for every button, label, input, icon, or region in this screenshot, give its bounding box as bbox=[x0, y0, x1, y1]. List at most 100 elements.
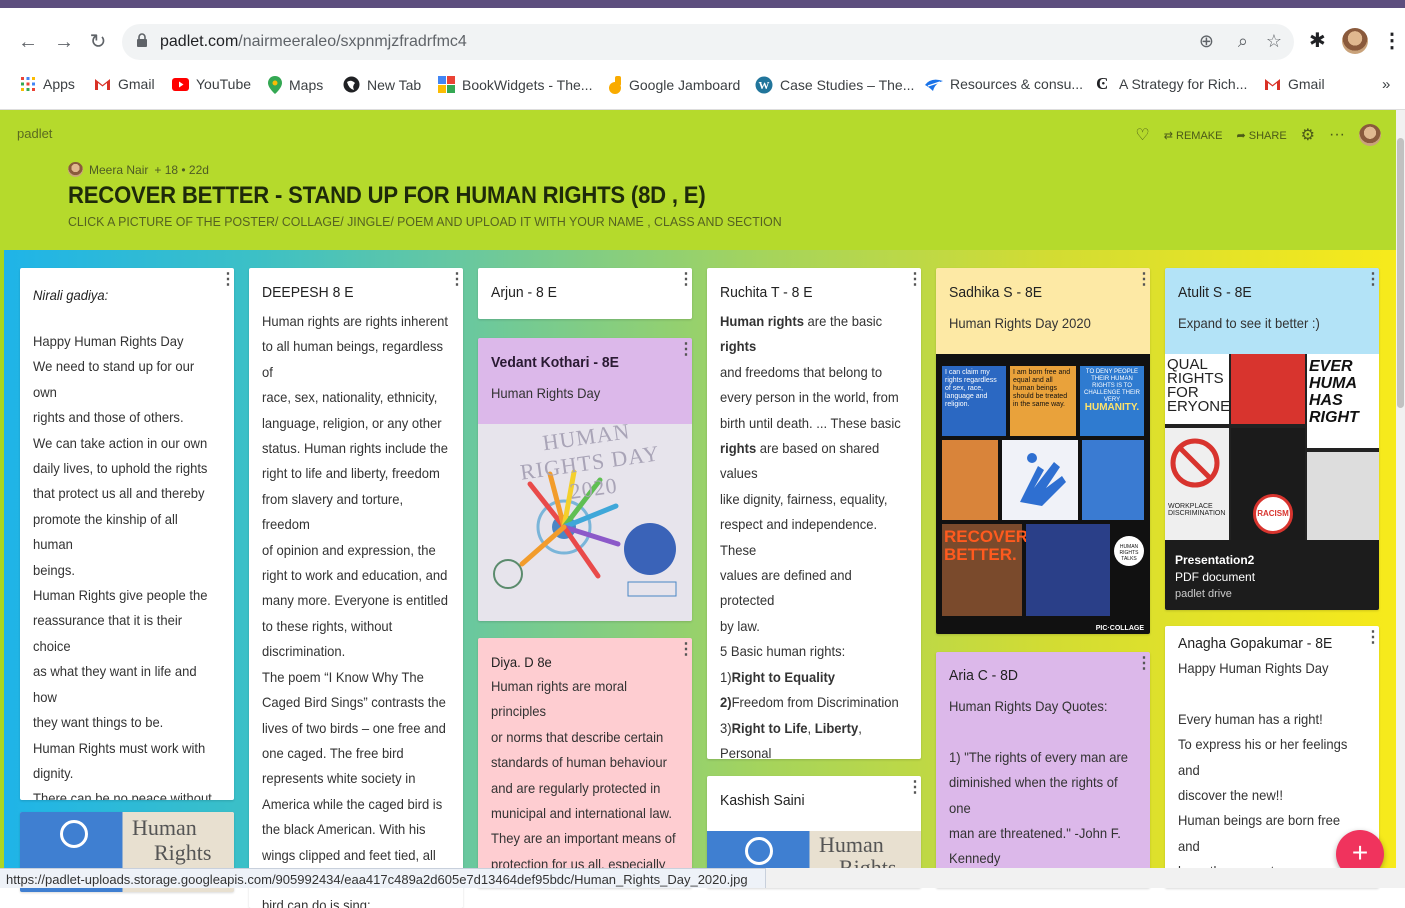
post-menu-icon[interactable]: ⋮ bbox=[1136, 660, 1144, 668]
post-line: of opinion and expression, the bbox=[262, 538, 449, 563]
user-avatar[interactable] bbox=[1359, 124, 1381, 146]
youtube-icon bbox=[172, 78, 189, 91]
post-line: and freedoms that belong to bbox=[720, 360, 907, 385]
post-menu-icon[interactable]: ⋮ bbox=[678, 276, 686, 284]
post-line: Happy Human Rights Day bbox=[1178, 656, 1365, 681]
author-name[interactable]: Meera Nair bbox=[89, 163, 148, 177]
bookmark-bookwidgets[interactable]: BookWidgets - The... bbox=[438, 76, 592, 93]
post-line: Human rights are the basic rights bbox=[720, 309, 907, 360]
svg-text:W: W bbox=[759, 80, 770, 92]
post-line: right to life and liberty, freedom bbox=[262, 461, 449, 486]
post-menu-icon[interactable]: ⋮ bbox=[907, 276, 915, 284]
bookmark-jamboard[interactable]: Google Jamboard bbox=[609, 76, 740, 94]
bookmark-gmail-2[interactable]: Gmail bbox=[1264, 76, 1325, 92]
collage-tile bbox=[1026, 524, 1110, 616]
atulit-collage-image[interactable]: QUAL RIGHTS FOR ERYONE! EVER HUMA HAS RI… bbox=[1165, 354, 1379, 540]
padlet-board: ⋮ Nirali gadiya: Happy Human Rights DayW… bbox=[4, 250, 1396, 888]
heart-icon[interactable]: ♡ bbox=[1135, 125, 1149, 145]
post-line: or norms that describe certain bbox=[491, 725, 678, 750]
post-line: diminished when the rights of one bbox=[949, 770, 1136, 821]
share-button[interactable]: ➦ SHARE bbox=[1236, 129, 1286, 142]
padlet-logo[interactable]: padlet bbox=[17, 126, 52, 141]
globe-icon bbox=[343, 76, 360, 93]
post-card-nirali[interactable]: ⋮ Nirali gadiya: Happy Human Rights DayW… bbox=[20, 268, 234, 800]
bookmark-star-icon[interactable]: ☆ bbox=[1266, 31, 1282, 52]
browser-chrome: ← → ↻ padlet.com/nairmeeraleo/sxpnmjzfra… bbox=[0, 8, 1405, 110]
forward-arrow-icon[interactable]: → bbox=[52, 30, 76, 54]
post-line: Human Rights Day Quotes: bbox=[949, 694, 1136, 719]
address-bar[interactable]: padlet.com/nairmeeraleo/sxpnmjzfradrfmc4… bbox=[122, 24, 1294, 60]
collage-tile-text: TO DENY PEOPLE THEIR HUMAN RIGHTS IS TO … bbox=[1084, 369, 1140, 403]
collage-tile: HUMAN RIGHTS TALKS bbox=[1114, 536, 1144, 566]
collage-tile: QUAL RIGHTS FOR ERYONE! bbox=[1165, 354, 1229, 424]
post-menu-icon[interactable]: ⋮ bbox=[907, 784, 915, 792]
post-menu-icon[interactable]: ⋮ bbox=[1136, 276, 1144, 284]
sadhika-collage-image[interactable]: I can claim my rights regardless of sex,… bbox=[936, 354, 1150, 634]
post-line: Caged Bird Sings” contrasts the bbox=[262, 690, 449, 715]
post-line: that protect us all and thereby bbox=[33, 481, 220, 506]
bookmark-resources[interactable]: Resources & consu... bbox=[925, 76, 1083, 92]
post-line: right to work and education, and bbox=[262, 563, 449, 588]
post-card-arjun[interactable]: ⋮ Arjun - 8 E bbox=[478, 268, 692, 319]
post-line: represents white society in bbox=[262, 766, 449, 791]
chrome-menu-icon[interactable]: ⋮ bbox=[1382, 28, 1402, 53]
bookmark-maps[interactable]: Maps bbox=[268, 76, 323, 94]
vertical-scrollbar[interactable] bbox=[1396, 110, 1405, 888]
extensions-puzzle-icon[interactable]: ✱ bbox=[1309, 28, 1326, 53]
vedant-poster-image[interactable]: HUMAN RIGHTS DAY 2020 bbox=[478, 424, 692, 621]
bookmark-label: Maps bbox=[289, 77, 323, 93]
post-menu-icon[interactable]: ⋮ bbox=[1365, 276, 1373, 284]
install-app-icon[interactable]: ⊕ bbox=[1199, 31, 1214, 52]
post-card-deepesh[interactable]: ⋮ DEEPESH 8 E Human rights are rights in… bbox=[249, 268, 463, 908]
post-line: one caged. The free bird bbox=[262, 741, 449, 766]
bookmark-apps[interactable]: Apps bbox=[20, 76, 75, 92]
collage-tile bbox=[942, 440, 998, 520]
bookmarks-overflow-button[interactable]: » bbox=[1382, 76, 1390, 93]
post-menu-icon[interactable]: ⋮ bbox=[1365, 634, 1373, 642]
post-card-ruchita[interactable]: ⋮ Ruchita T - 8 E Human rights are the b… bbox=[707, 268, 921, 759]
post-card-atulit[interactable]: ⋮ Atulit S - 8E Expand to see it better … bbox=[1165, 268, 1379, 610]
horizontal-scrollbar[interactable] bbox=[766, 868, 1396, 888]
post-card-vedant[interactable]: ⋮ Vedant Kothari - 8E Human Rights Day bbox=[478, 338, 692, 621]
post-line: There can be no peace without bbox=[33, 786, 220, 800]
post-body: Human Rights Day bbox=[478, 381, 691, 406]
profile-avatar[interactable] bbox=[1342, 28, 1368, 54]
bookmark-case-studies[interactable]: W Case Studies – The... bbox=[755, 76, 914, 94]
post-line: man are threatened." -John F. bbox=[949, 821, 1136, 846]
back-arrow-icon[interactable]: ← bbox=[16, 30, 40, 54]
bookmark-label: Resources & consu... bbox=[950, 76, 1083, 92]
url-text: padlet.com/nairmeeraleo/sxpnmjzfradrfmc4 bbox=[160, 33, 467, 51]
overflow-chevron-icon: » bbox=[1382, 76, 1390, 93]
post-line: bird can do is sing: bbox=[262, 893, 449, 908]
header-actions: ♡ ⇄ REMAKE ➦ SHARE ⚙ ··· bbox=[1135, 124, 1381, 146]
settings-gear-icon[interactable]: ⚙ bbox=[1301, 125, 1315, 145]
link-status-bar: https://padlet-uploads.storage.googleapi… bbox=[0, 868, 766, 888]
post-line: like dignity, fairness, equality, bbox=[720, 487, 907, 512]
reload-icon[interactable]: ↻ bbox=[86, 30, 110, 54]
post-menu-icon[interactable]: ⋮ bbox=[220, 276, 228, 284]
post-card-aria[interactable]: ⋮ Aria C - 8D Human Rights Day Quotes: 1… bbox=[936, 652, 1150, 888]
attachment-preview[interactable]: Presentation2 PDF document padlet drive bbox=[1165, 540, 1379, 610]
post-card-sadhika[interactable]: ⋮ Sadhika S - 8E Human Rights Day 2020 I… bbox=[936, 268, 1150, 634]
post-menu-icon[interactable]: ⋮ bbox=[678, 346, 686, 354]
bookmark-youtube[interactable]: YouTube bbox=[172, 76, 251, 92]
post-line: status. Human rights include the bbox=[262, 436, 449, 461]
scrollbar-thumb[interactable] bbox=[1397, 138, 1404, 408]
bookmark-strategy[interactable]: Ͼ A Strategy for Rich... bbox=[1096, 76, 1247, 92]
post-line: promote the kinship of all human bbox=[33, 507, 220, 558]
post-line: values are defined and protected bbox=[720, 563, 907, 614]
post-card-diya[interactable]: ⋮ Diya. D 8e Human rights are moral prin… bbox=[478, 638, 692, 888]
collage-tile-text: WORKPLACE DISCRIMINATION bbox=[1165, 503, 1229, 517]
bookmark-new-tab[interactable]: New Tab bbox=[343, 76, 421, 93]
post-menu-icon[interactable]: ⋮ bbox=[678, 646, 686, 654]
more-options-icon[interactable]: ··· bbox=[1329, 126, 1345, 144]
post-line: by law. bbox=[720, 614, 907, 639]
attachment-title: Presentation2 bbox=[1175, 552, 1369, 569]
post-menu-icon[interactable]: ⋮ bbox=[449, 276, 457, 284]
post-title: Atulit S - 8E bbox=[1165, 268, 1364, 309]
bookmark-gmail[interactable]: Gmail bbox=[94, 76, 155, 92]
zoom-icon[interactable]: ⌕ bbox=[1238, 31, 1248, 52]
remake-button[interactable]: ⇄ REMAKE bbox=[1164, 129, 1223, 142]
author-line: Meera Nair + 18 • 22d bbox=[68, 162, 209, 177]
post-line: daily lives, to uphold the rights bbox=[33, 456, 220, 481]
